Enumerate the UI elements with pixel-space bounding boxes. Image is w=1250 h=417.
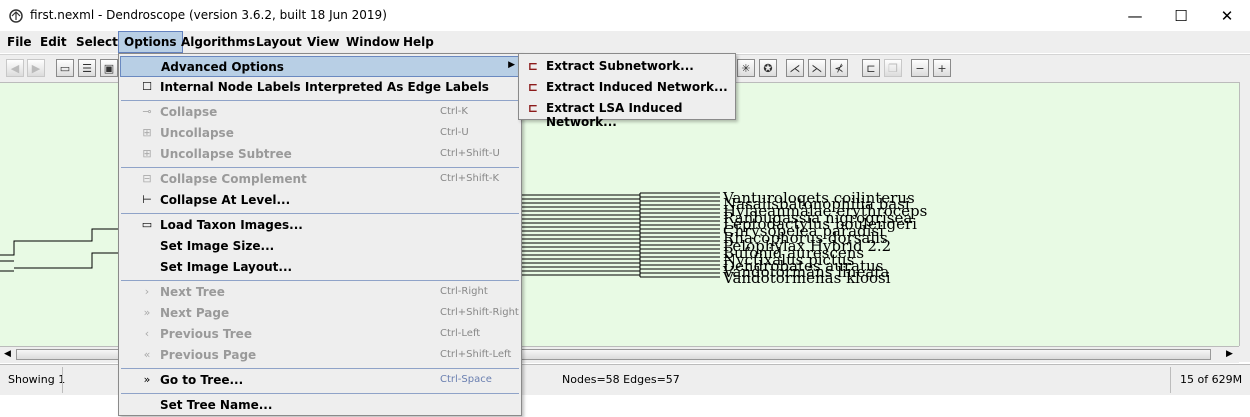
menu-separator (121, 368, 519, 369)
next-icon: › (144, 285, 150, 298)
rotate-icon[interactable]: ⊏ (862, 59, 880, 77)
next-page-icon: » (143, 306, 151, 319)
maximize-icon: ☐ (1174, 6, 1188, 25)
collapse-icon: ⊸ (142, 105, 152, 118)
zoom-in-icon[interactable]: + (933, 59, 951, 77)
submenu-arrow-icon: ▶ (508, 60, 515, 70)
minimize-icon: — (1127, 6, 1143, 25)
uncollapse-icon: ⊞ (142, 126, 152, 139)
cladogram-icon[interactable]: ⋌ (786, 59, 804, 77)
scroll-left-icon[interactable]: ◀ (4, 349, 11, 359)
circular-layout-icon[interactable]: ✪ (759, 59, 777, 77)
menu-options[interactable]: Options (118, 31, 183, 53)
menu-separator (121, 167, 519, 168)
menu-item-uncollapse[interactable]: ⊞ Uncollapse Ctrl-U (120, 123, 520, 144)
list-icon[interactable]: ☰ (78, 59, 96, 77)
open-icon[interactable]: ▭ (56, 59, 74, 77)
forward-icon[interactable]: ▶ (27, 59, 45, 77)
menu-item-set-image-layout[interactable]: Set Image Layout... (120, 257, 520, 278)
network-icon: ⊏ (528, 59, 539, 73)
menu-item-previous-page[interactable]: « Previous Page Ctrl+Shift-Left (120, 345, 520, 366)
menu-item-collapse-at-level[interactable]: ⊢ Collapse At Level... (120, 190, 520, 211)
menu-window[interactable]: Window (341, 31, 405, 53)
network-icon: ⊏ (528, 101, 539, 115)
close-icon: ✕ (1220, 6, 1234, 25)
slanted-icon[interactable]: ⊀ (830, 59, 848, 77)
submenu-item-extract-lsa-network[interactable]: ⊏ Extract LSA Induced Network... (520, 98, 734, 129)
menu-item-collapse[interactable]: ⊸ Collapse Ctrl-K (120, 102, 520, 123)
status-nodes-edges: Nodes=58 Edges=57 (562, 373, 680, 386)
folder-icon: ▭ (141, 218, 153, 231)
menu-algorithms[interactable]: Algorithms (176, 31, 260, 53)
minimize-button[interactable]: — (1112, 0, 1158, 31)
uncollapse-subtree-icon: ⊞ (142, 147, 152, 160)
previous-page-icon: « (143, 348, 151, 361)
network-icon: ⊏ (528, 80, 539, 94)
status-memory: 15 of 629M (1180, 373, 1243, 386)
menu-separator (121, 213, 519, 214)
menu-help[interactable]: Help (398, 31, 439, 53)
window-title: first.nexml - Dendroscope (version 3.6.2… (30, 8, 387, 22)
menu-item-advanced-options[interactable]: Advanced Options ▶ (120, 56, 520, 77)
title-bar: first.nexml - Dendroscope (version 3.6.2… (0, 0, 1250, 31)
menu-edit[interactable]: Edit (35, 31, 72, 53)
menu-separator (121, 100, 519, 101)
menu-item-next-page[interactable]: » Next Page Ctrl+Shift-Right (120, 303, 520, 324)
menu-item-next-tree[interactable]: › Next Tree Ctrl-Right (120, 282, 520, 303)
collapse-level-icon: ⊢ (142, 193, 152, 206)
menu-item-uncollapse-subtree[interactable]: ⊞ Uncollapse Subtree Ctrl+Shift-U (120, 144, 520, 165)
menu-item-edge-labels[interactable]: ☐ Internal Node Labels Interpreted As Ed… (120, 77, 520, 98)
back-icon[interactable]: ◀ (6, 59, 24, 77)
copy-icon[interactable]: ❐ (884, 59, 902, 77)
menu-item-set-tree-name[interactable]: Set Tree Name... (120, 395, 520, 416)
phylogram-icon[interactable]: ⋋ (808, 59, 826, 77)
zoom-out-icon[interactable]: − (911, 59, 929, 77)
scroll-right-icon[interactable]: ▶ (1226, 349, 1233, 359)
status-separator (1170, 367, 1171, 393)
taxon-labels: Vanturoloqets coilinterus Nasalisbatonop… (722, 189, 927, 287)
checkbox-icon[interactable]: ☐ (140, 80, 154, 94)
maximize-button[interactable]: ☐ (1158, 0, 1204, 31)
submenu-item-extract-subnetwork[interactable]: ⊏ Extract Subnetwork... (520, 56, 734, 77)
collapse-complement-icon: ⊟ (142, 172, 152, 185)
options-menu: Advanced Options ▶ ☐ Internal Node Label… (118, 53, 522, 416)
menu-item-previous-tree[interactable]: ‹ Previous Tree Ctrl-Left (120, 324, 520, 345)
radial-layout-icon[interactable]: ✳ (737, 59, 755, 77)
previous-icon: ‹ (144, 327, 150, 340)
close-button[interactable]: ✕ (1204, 0, 1250, 31)
vertical-scrollbar[interactable] (1239, 82, 1250, 346)
save-icon[interactable]: ▣ (100, 59, 118, 77)
menu-item-load-taxon-images[interactable]: ▭ Load Taxon Images... (120, 215, 520, 236)
status-showing: Showing 1 (8, 373, 66, 386)
menu-separator (121, 280, 519, 281)
menu-item-collapse-complement[interactable]: ⊟ Collapse Complement Ctrl+Shift-K (120, 169, 520, 190)
taxon-label[interactable]: Vandotormenas kloosi (722, 269, 891, 287)
status-separator (62, 367, 63, 393)
advanced-options-submenu: ⊏ Extract Subnetwork... ⊏ Extract Induce… (518, 53, 736, 129)
menu-item-go-to-tree[interactable]: » Go to Tree... Ctrl-Space (120, 370, 520, 391)
menu-select[interactable]: Select (71, 31, 123, 53)
corner-resize (1239, 346, 1250, 362)
menu-layout[interactable]: Layout (251, 31, 307, 53)
menu-item-set-image-size[interactable]: Set Image Size... (120, 236, 520, 257)
menu-separator (121, 393, 519, 394)
menu-view[interactable]: View (302, 31, 344, 53)
submenu-item-extract-induced-network[interactable]: ⊏ Extract Induced Network... (520, 77, 734, 98)
goto-icon: » (143, 373, 151, 386)
menu-file[interactable]: File (2, 31, 37, 53)
dendroscope-app-icon (9, 9, 23, 23)
menu-bar: File Edit Select Options Algorithms Layo… (0, 31, 1250, 53)
